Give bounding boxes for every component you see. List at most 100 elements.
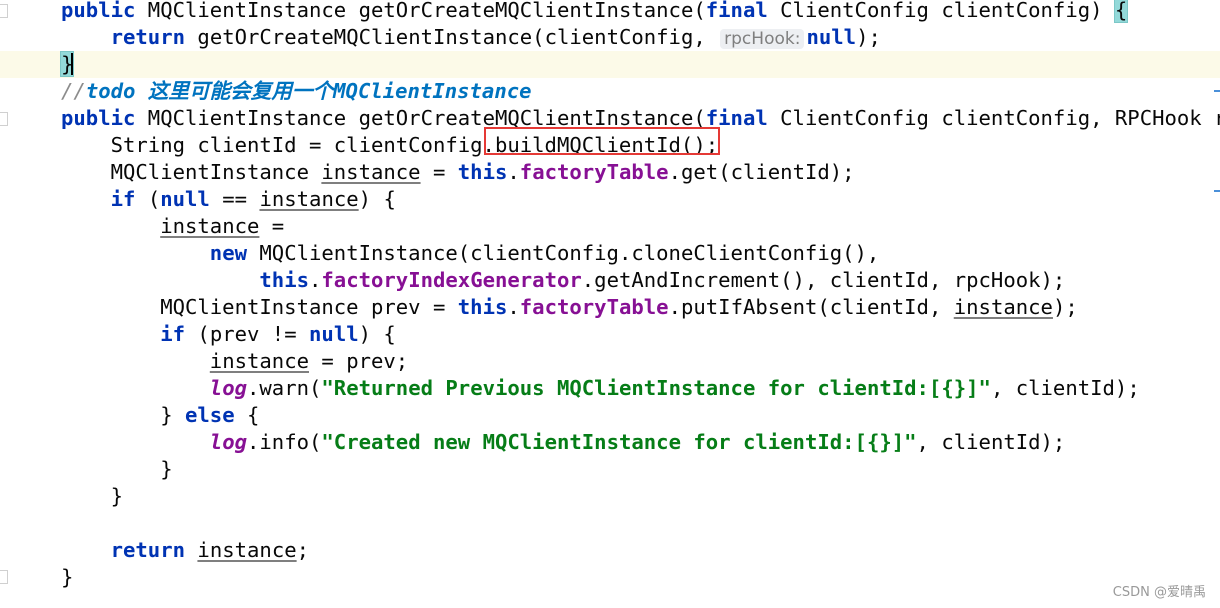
code-token: "Created new MQClientInstance for client… (321, 430, 917, 454)
code-line[interactable]: } (0, 456, 1220, 483)
code-line[interactable]: this.factoryIndexGenerator.getAndIncreme… (0, 267, 1220, 294)
code-token: , clientId); (916, 430, 1066, 454)
code-line[interactable]: return instance; (0, 537, 1220, 564)
text-caret (71, 53, 74, 75)
code-token: log (209, 430, 247, 454)
code-token: null (309, 322, 359, 346)
code-token: factoryTable (519, 295, 669, 319)
code-token: if (110, 187, 136, 211)
code-line[interactable]: public MQClientInstance getOrCreateMQCli… (0, 0, 1220, 24)
code-line[interactable]: if (null == instance) { (0, 186, 1220, 213)
code-token: . (507, 160, 520, 184)
code-token: this (457, 160, 508, 184)
watermark: CSDN @爱晴禹 (1112, 585, 1206, 600)
code-token: } (61, 403, 185, 427)
code-token: (prev != (185, 322, 310, 346)
code-token: ) { (358, 187, 396, 211)
code-token: ); (856, 25, 881, 49)
code-token: { (234, 403, 260, 427)
code-token: return (110, 538, 186, 562)
code-token: else (185, 403, 235, 427)
code-line[interactable] (0, 510, 1220, 537)
code-token: ) { (358, 322, 396, 346)
code-token: .warn( (247, 376, 322, 400)
code-token: MQClientInstance (61, 160, 322, 184)
code-line[interactable]: return getOrCreateMQClientInstance(clien… (0, 24, 1220, 51)
code-token: . (507, 295, 520, 319)
code-token: MQClientInstance prev = (61, 295, 458, 319)
code-token: new (209, 241, 247, 265)
code-token: "Returned Previous MQClientInstance for … (321, 376, 991, 400)
code-token: MQClientInstance getOrCreateMQClientInst… (135, 0, 706, 22)
code-token: instance (953, 295, 1053, 319)
code-line[interactable]: if (prev != null) { (0, 321, 1220, 348)
code-token: instance (197, 538, 297, 562)
code-token: instance (259, 187, 359, 211)
code-token: public (61, 106, 136, 130)
code-token: ); (1052, 295, 1078, 319)
code-line[interactable]: //todo 这里可能会复用一个MQClientInstance (0, 78, 1220, 105)
code-token: log (209, 376, 247, 400)
code-token: null (160, 187, 210, 211)
code-token: if (160, 322, 186, 346)
code-token: .get(clientId); (668, 160, 855, 184)
code-token: .getAndIncrement(), clientId, rpcHook); (581, 268, 1066, 292)
code-line[interactable]: } else { (0, 402, 1220, 429)
code-line[interactable]: log.info("Created new MQClientInstance f… (0, 429, 1220, 456)
code-token: , clientId); (990, 376, 1140, 400)
code-token: return (110, 25, 186, 49)
code-line[interactable]: public MQClientInstance getOrCreateMQCli… (0, 105, 1220, 132)
scrollbar-marker (1214, 90, 1220, 92)
code-token: } (61, 565, 74, 589)
code-token: // (61, 79, 86, 103)
code-token: final (705, 106, 768, 130)
code-token: todo 这里可能会复用一个MQClientInstance (85, 79, 532, 103)
code-line[interactable]: instance = prev; (0, 348, 1220, 375)
code-token: = (420, 160, 458, 184)
code-line[interactable]: instance = (0, 213, 1220, 240)
code-line[interactable]: } (0, 564, 1220, 591)
code-line[interactable]: MQClientInstance instance = this.factory… (0, 159, 1220, 186)
code-token: instance (209, 349, 309, 373)
code-token: ClientConfig clientConfig) (767, 0, 1115, 22)
scrollbar-marker (1214, 190, 1220, 192)
code-token: } (61, 457, 173, 481)
code-token: .putIfAbsent(clientId, (668, 295, 954, 319)
code-token: == (209, 187, 260, 211)
code-line[interactable]: log.warn("Returned Previous MQClientInst… (0, 375, 1220, 402)
code-line[interactable]: String clientId = clientConfig.buildMQCl… (0, 132, 1220, 159)
code-line[interactable]: } (0, 483, 1220, 510)
code-token: ; (296, 538, 310, 562)
code-token: instance (321, 160, 421, 184)
code-token: } (61, 484, 123, 508)
code-token: MQClientInstance getOrCreateMQClientInst… (135, 106, 706, 130)
code-token: .info( (247, 430, 322, 454)
code-token: ClientConfig clientConfig, RPCHook r (767, 106, 1220, 130)
code-token: getOrCreateMQClientInstance(clientConfig… (185, 25, 719, 49)
code-line[interactable]: MQClientInstance prev = this.factoryTabl… (0, 294, 1220, 321)
code-line[interactable]: } (0, 51, 1220, 78)
code-token: = (259, 214, 285, 238)
code-token: null (806, 25, 857, 49)
code-token: String clientId = clientConfig.buildMQCl… (61, 133, 719, 157)
code-token: ( (135, 187, 161, 211)
code-token: this (259, 268, 309, 292)
code-token: . (309, 268, 322, 292)
code-token: final (705, 0, 768, 22)
code-line[interactable]: new MQClientInstance(clientConfig.cloneC… (0, 240, 1220, 267)
code-token: factoryTable (519, 160, 669, 184)
code-token: = prev; (309, 349, 409, 373)
parameter-hint: rpcHook: (720, 29, 805, 49)
code-token: instance (160, 214, 260, 238)
